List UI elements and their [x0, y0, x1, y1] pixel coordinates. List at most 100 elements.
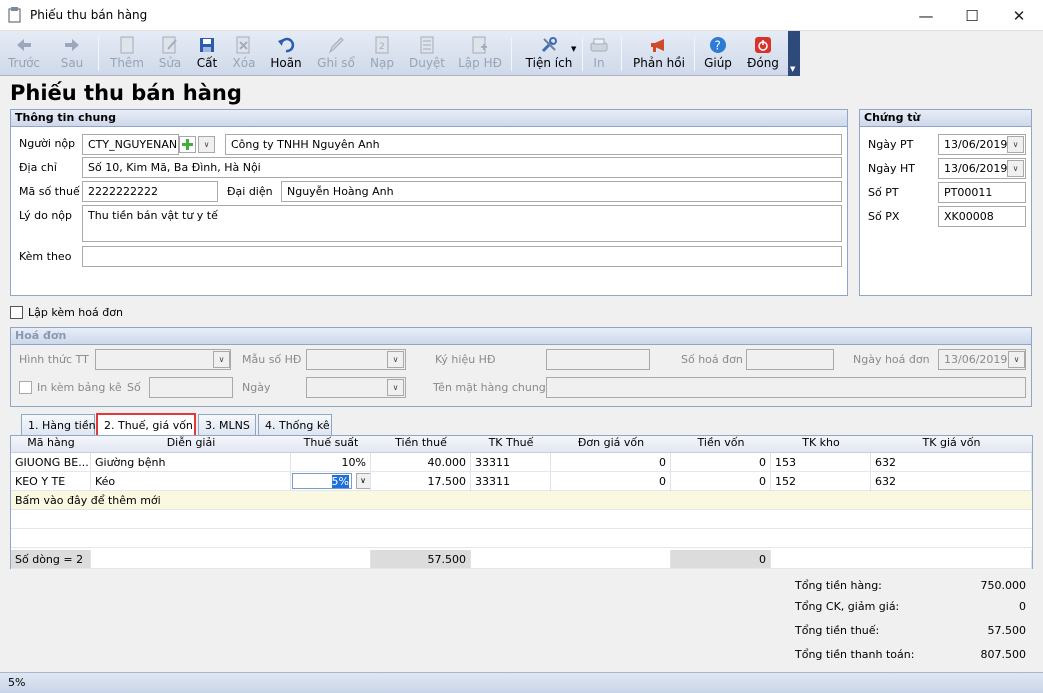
payer-label: Người nộp: [19, 137, 76, 150]
toolbar: Trước Sau Thêm Sửa Cất Xóa Hoãn Ghi sổ 2…: [0, 31, 800, 76]
date-pt-picker[interactable]: ∨: [1007, 136, 1024, 153]
chevron-down-icon: ∨: [392, 355, 399, 364]
undo-label: Hoãn: [270, 56, 302, 70]
minimize-button[interactable]: —: [903, 0, 949, 31]
delete-icon: [236, 34, 252, 56]
table-cell[interactable]: Kéo: [91, 472, 291, 491]
chevron-down-icon[interactable]: ∨: [355, 473, 370, 489]
table-cell[interactable]: 153: [771, 453, 871, 472]
common-name-input[interactable]: [546, 377, 1026, 398]
col-header-cogs-account[interactable]: TK giá vốn: [871, 436, 1032, 453]
chevron-down-icon: ∨: [392, 383, 399, 392]
footer-cost-total: 0: [671, 550, 771, 569]
table-cell[interactable]: 632: [871, 472, 1032, 491]
chevron-down-icon: ∨: [1012, 140, 1019, 149]
template-dropdown[interactable]: ∨: [387, 351, 404, 368]
tab-mlns[interactable]: 3. MLNS: [198, 414, 256, 436]
col-header-tax-rate[interactable]: Thuế suất: [291, 436, 371, 453]
payer-code-input[interactable]: CTY_NGUYENAN: [82, 134, 179, 155]
col-header-cost[interactable]: Tiền vốn: [671, 436, 771, 453]
table-cell[interactable]: 0: [551, 472, 671, 491]
arrow-left-icon: [15, 34, 33, 56]
invoice-panel: Hoá đơn Hình thức TT ∨ Mẫu số HĐ ∨ Ký hi…: [10, 327, 1032, 407]
with-invoice-checkbox[interactable]: [10, 306, 23, 319]
tab-goods[interactable]: 1. Hàng tiền: [21, 414, 96, 436]
table-cell[interactable]: 33311: [471, 453, 551, 472]
add-button[interactable]: Thêm: [108, 31, 146, 76]
payment-form-label: Hình thức TT: [19, 353, 89, 366]
col-header-item-code[interactable]: Mã hàng: [11, 436, 91, 453]
empty-row[interactable]: [11, 529, 1032, 548]
close-window-button[interactable]: ✕: [996, 0, 1042, 31]
toolbar-overflow-button[interactable]: ▼: [788, 31, 800, 76]
tax-code-input[interactable]: 2222222222: [82, 181, 218, 202]
tab-tax-cost[interactable]: 2. Thuế, giá vốn: [96, 413, 196, 437]
tax-code-label: Mã số thuế: [19, 185, 80, 198]
invoice-date-picker[interactable]: ∨: [1008, 351, 1025, 368]
voucher-no-input[interactable]: PT00011: [938, 182, 1026, 203]
table-cell[interactable]: 0: [671, 472, 771, 491]
create-invoice-button[interactable]: Lập HĐ: [456, 31, 504, 76]
approve-button[interactable]: Duyệt: [406, 31, 448, 76]
general-info-panel: Thông tin chung Người nộp CTY_NGUYENAN ∨…: [10, 109, 848, 296]
add-payer-button[interactable]: [179, 136, 196, 153]
table-cell[interactable]: Giường bệnh: [91, 453, 291, 472]
close-form-button[interactable]: Đóng: [745, 31, 781, 76]
save-button[interactable]: Cất: [192, 31, 222, 76]
payment-form-dropdown[interactable]: ∨: [213, 351, 230, 368]
tax-rate-editor[interactable]: 5% ∨: [291, 472, 371, 491]
print-button[interactable]: In: [588, 31, 610, 76]
attachment-input[interactable]: [82, 246, 842, 267]
col-header-stock-account[interactable]: TK kho: [771, 436, 871, 453]
chevron-down-icon: ∨: [1013, 355, 1020, 364]
payer-dropdown[interactable]: ∨: [198, 136, 215, 153]
table-cell[interactable]: 0: [551, 453, 671, 472]
list-no-input[interactable]: [149, 377, 233, 398]
add-new-row[interactable]: Bấm vào đây để thêm mới: [11, 491, 1032, 510]
back-button[interactable]: Trước: [6, 31, 42, 76]
edit-button[interactable]: Sửa: [154, 31, 186, 76]
table-cell[interactable]: 17.500: [371, 472, 471, 491]
table-cell[interactable]: 10%: [291, 453, 371, 472]
date-ht-picker[interactable]: ∨: [1007, 160, 1024, 177]
payer-name-input[interactable]: Công ty TNHH Nguyên Anh: [225, 134, 842, 155]
feedback-button[interactable]: Phản hồi: [633, 31, 685, 76]
load-button[interactable]: 2 Nạp: [366, 31, 398, 76]
col-header-tax-amount[interactable]: Tiền thuế: [371, 436, 471, 453]
edit-icon: [162, 34, 178, 56]
print-list-checkbox[interactable]: [19, 381, 32, 394]
tab-statistics[interactable]: 4. Thống kê: [258, 414, 332, 436]
table-cell[interactable]: 40.000: [371, 453, 471, 472]
forward-button[interactable]: Sau: [56, 31, 88, 76]
table-cell[interactable]: 0: [671, 453, 771, 472]
power-icon: [755, 34, 771, 56]
pencil-icon: [328, 34, 344, 56]
help-button[interactable]: ? Giúp: [702, 31, 734, 76]
undo-button[interactable]: Hoãn: [268, 31, 304, 76]
address-input[interactable]: Số 10, Kim Mã, Ba Đình, Hà Nội: [82, 157, 842, 178]
utilities-dropdown-icon[interactable]: ▼: [571, 45, 576, 53]
export-no-input[interactable]: XK00008: [938, 206, 1026, 227]
table-cell[interactable]: 632: [871, 453, 1032, 472]
invoice-no-input[interactable]: [746, 349, 834, 370]
table-cell[interactable]: 152: [771, 472, 871, 491]
col-header-unit-cost[interactable]: Đơn giá vốn: [551, 436, 671, 453]
table-cell[interactable]: GIUONG BE...: [11, 453, 91, 472]
col-header-description[interactable]: Diễn giải: [91, 436, 291, 453]
empty-row[interactable]: [11, 510, 1032, 529]
representative-input[interactable]: Nguyễn Hoàng Anh: [281, 181, 842, 202]
print-list-label: In kèm bảng kê: [37, 381, 122, 394]
maximize-button[interactable]: ☐: [949, 0, 995, 31]
with-invoice-label: Lập kèm hoá đơn: [28, 306, 123, 319]
list-date-dropdown[interactable]: ∨: [387, 379, 404, 396]
post-button[interactable]: Ghi sổ: [314, 31, 358, 76]
payment-form-select[interactable]: [95, 349, 231, 370]
utilities-button[interactable]: Tiện ích: [519, 31, 579, 76]
symbol-input[interactable]: [546, 349, 650, 370]
delete-button[interactable]: Xóa: [228, 31, 260, 76]
col-header-tax-account[interactable]: TK Thuế: [471, 436, 551, 453]
approve-icon: [420, 34, 434, 56]
reason-input[interactable]: Thu tiền bán vật tư y tế: [82, 205, 842, 242]
table-cell[interactable]: KEO Y TE: [11, 472, 91, 491]
table-cell[interactable]: 33311: [471, 472, 551, 491]
